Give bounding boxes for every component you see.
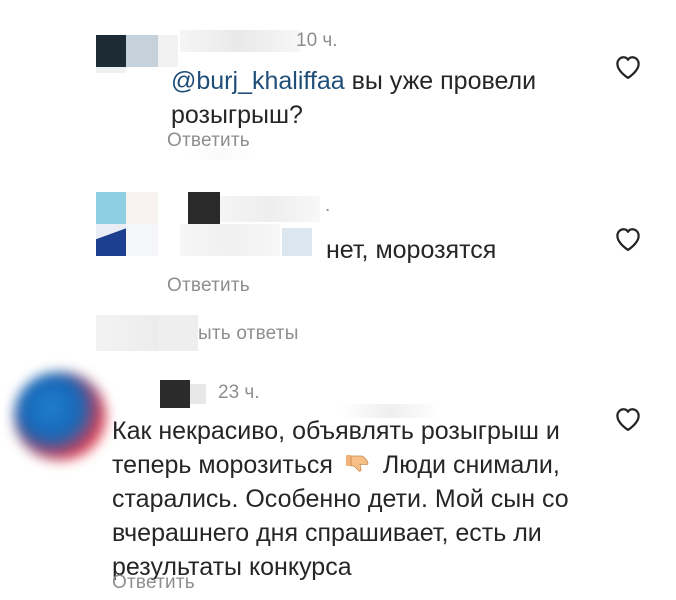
like-button-1[interactable] xyxy=(613,52,643,80)
comment-text-line2: розыгрыш? xyxy=(171,101,303,129)
comment-text-line1: вы уже провели xyxy=(344,67,537,95)
view-replies-button[interactable]: ыть ответы xyxy=(198,323,299,345)
username-pixelated[interactable] xyxy=(180,30,300,52)
reply-button[interactable]: Ответить xyxy=(112,572,195,594)
username-pixelated[interactable] xyxy=(188,192,220,224)
thumbs-down-emoji-icon xyxy=(344,450,372,472)
comment-time: 23 ч. xyxy=(218,382,260,403)
comment-time: 10 ч. xyxy=(296,30,338,51)
username-pixelated[interactable] xyxy=(160,380,190,408)
heart-outline-icon xyxy=(616,228,640,251)
like-button-3[interactable] xyxy=(613,404,643,432)
comment-text: Как некрасиво, объявлять розыгрыш и тепе… xyxy=(112,417,569,581)
mention-link[interactable]: @burj_khaliffaa xyxy=(171,67,345,95)
comment-time: . xyxy=(325,195,331,216)
like-button-2[interactable] xyxy=(613,224,643,252)
heart-outline-icon xyxy=(616,408,640,431)
reply-button[interactable]: Ответить xyxy=(167,275,250,297)
comment-text: нет, морозятся xyxy=(326,236,497,264)
comment-text: @burj_khaliffaa вы уже провели розыгрыш? xyxy=(171,64,601,132)
heart-outline-icon xyxy=(616,56,640,79)
avatar-blurred[interactable] xyxy=(14,372,106,460)
